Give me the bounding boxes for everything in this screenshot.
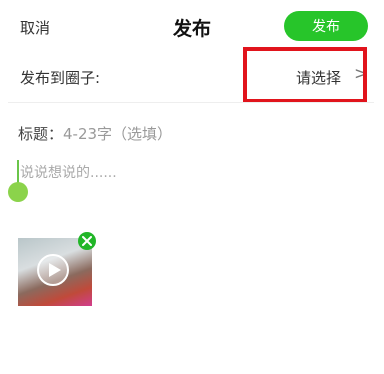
top-bar: 取消 发布 发布 xyxy=(0,0,384,52)
subject-label: 标题： xyxy=(18,125,64,143)
cursor-handle[interactable] xyxy=(8,182,28,202)
subject-placeholder: 4-23字（选填） xyxy=(63,125,173,143)
divider xyxy=(8,102,374,103)
highlight-box xyxy=(243,47,367,103)
remove-icon[interactable] xyxy=(78,232,96,250)
publish-to-circle-label: 发布到圈子: xyxy=(20,69,101,87)
content-input[interactable]: 说说想说的...... xyxy=(20,162,117,182)
play-icon[interactable] xyxy=(37,254,69,286)
publish-button[interactable]: 发布 xyxy=(284,11,368,41)
subject-field[interactable]: 标题：4-23字（选填） xyxy=(18,123,172,144)
